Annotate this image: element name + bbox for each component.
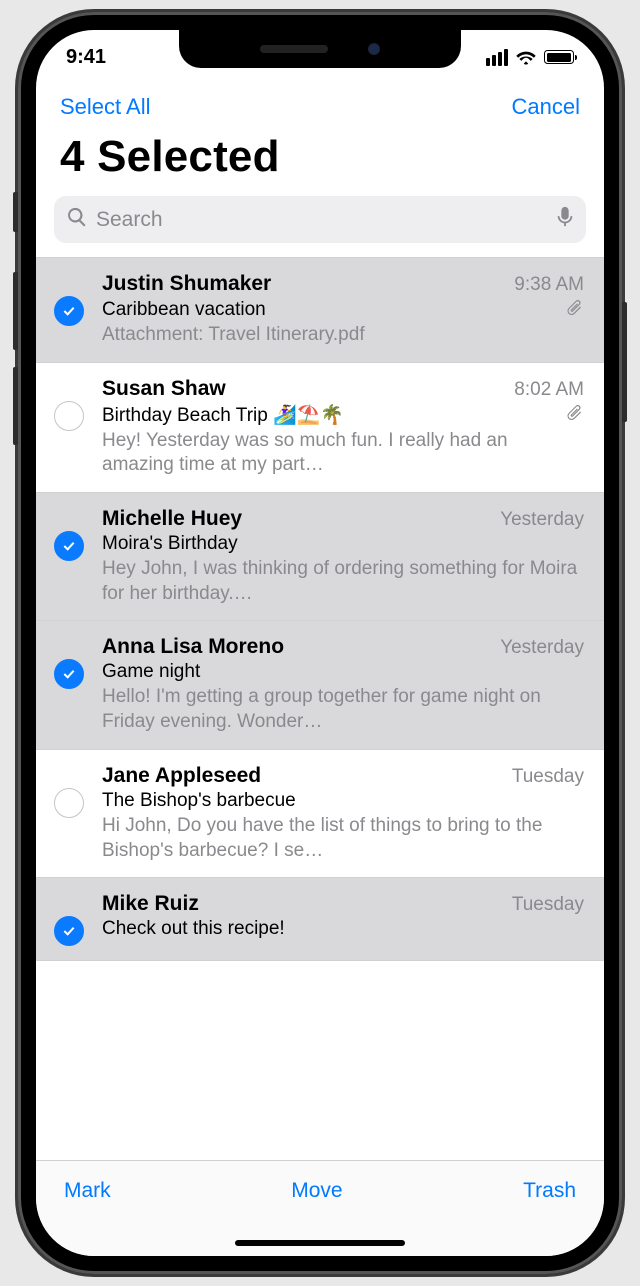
email-content: Susan Shaw 8:02 AMBirthday Beach Trip 🏄‍♀… [102,377,584,478]
email-preview: Attachment: Travel Itinerary.pdf [102,323,584,348]
nav-bar: Select All Cancel [36,84,604,124]
email-sender: Anna Lisa Moreno [102,635,284,659]
search-placeholder: Search [96,208,548,232]
email-subject: Birthday Beach Trip 🏄‍♀️⛱️🌴 [102,403,558,427]
email-sender: Jane Appleseed [102,764,261,788]
email-row[interactable]: Justin Shumaker 9:38 AM Caribbean vacation… [36,258,604,363]
email-time: 9:38 AM [514,274,584,296]
email-row[interactable]: Susan Shaw 8:02 AMBirthday Beach Trip 🏄‍♀… [36,363,604,493]
email-subject: Check out this recipe! [102,918,584,940]
mark-button[interactable]: Mark [64,1179,111,1203]
home-indicator[interactable] [235,1240,405,1246]
selection-checkbox[interactable] [54,659,84,689]
email-subject: The Bishop's barbecue [102,790,584,812]
email-preview: Hi John, Do you have the list of things … [102,814,584,863]
email-sender: Justin Shumaker [102,272,271,296]
selection-checkbox[interactable] [54,916,84,946]
email-subject: Caribbean vacation [102,299,558,321]
select-all-button[interactable]: Select All [60,94,151,120]
volume-down-button [13,367,18,445]
email-content: Jane Appleseed TuesdayThe Bishop's barbec… [102,764,584,863]
volume-up-button [13,272,18,350]
search-field[interactable]: Search [54,196,586,243]
email-content: Mike Ruiz TuesdayCheck out this recipe! [102,892,584,940]
email-subject: Game night [102,661,584,683]
notch [179,30,461,68]
selection-checkbox[interactable] [54,788,84,818]
speaker-grille [260,45,328,53]
email-time: 8:02 AM [514,379,584,401]
email-time: Yesterday [500,509,584,531]
email-content: Justin Shumaker 9:38 AM Caribbean vacation… [102,272,584,348]
device-frame: 9:41 Select All Cancel 4 Selected Se [18,12,622,1274]
email-row[interactable]: Anna Lisa Moreno YesterdayGame nightHello… [36,621,604,749]
email-sender: Michelle Huey [102,507,242,531]
email-list[interactable]: Justin Shumaker 9:38 AM Caribbean vacation… [36,257,604,961]
selection-checkbox[interactable] [54,296,84,326]
status-time: 9:41 [66,46,106,69]
email-preview: Hey John, I was thinking of ordering som… [102,557,584,606]
email-content: Anna Lisa Moreno YesterdayGame nightHello… [102,635,584,734]
email-subject: Moira's Birthday [102,533,584,555]
email-time: Tuesday [512,894,584,916]
dictate-icon[interactable] [556,206,574,233]
email-row[interactable]: Michelle Huey YesterdayMoira's BirthdayHe… [36,493,604,621]
battery-icon [544,50,574,64]
power-button [622,302,627,422]
email-time: Tuesday [512,766,584,788]
email-preview: Hello! I'm getting a group together for … [102,685,584,734]
wifi-icon [515,49,537,65]
search-icon [66,206,88,233]
email-sender: Susan Shaw [102,377,226,401]
email-preview: Hey! Yesterday was so much fun. I really… [102,429,584,478]
page-title: 4 Selected [36,124,604,196]
email-row[interactable]: Jane Appleseed TuesdayThe Bishop's barbec… [36,750,604,878]
attachment-icon [566,403,584,426]
move-button[interactable]: Move [291,1179,342,1203]
email-time: Yesterday [500,637,584,659]
screen: 9:41 Select All Cancel 4 Selected Se [36,30,604,1256]
trash-button[interactable]: Trash [523,1179,576,1203]
selection-checkbox[interactable] [54,531,84,561]
attachment-icon [566,298,584,321]
email-sender: Mike Ruiz [102,892,199,916]
selection-checkbox[interactable] [54,401,84,431]
email-row[interactable]: Mike Ruiz TuesdayCheck out this recipe! [36,878,604,961]
silence-switch [13,192,18,232]
cellular-signal-icon [486,49,508,66]
front-camera [368,43,380,55]
email-content: Michelle Huey YesterdayMoira's BirthdayHe… [102,507,584,606]
cancel-button[interactable]: Cancel [512,94,580,120]
